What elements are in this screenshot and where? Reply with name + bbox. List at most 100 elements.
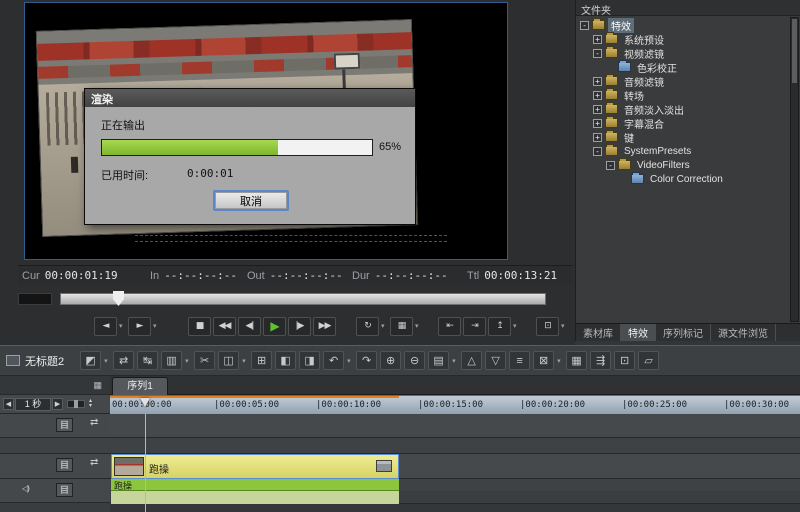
undo-icon[interactable]: ↶ [323,351,344,370]
scale-prev-button[interactable]: ◀ [3,398,14,410]
tree-item-label[interactable]: 色彩校正 [634,60,680,75]
chevron-down-icon[interactable]: ▾ [119,322,126,330]
sequence-icon[interactable]: ▥ [161,351,182,370]
tree-item-label[interactable]: 视频滤镜 [621,46,667,61]
tab-effects[interactable]: 特效 [621,324,656,341]
track-visibility-toggle[interactable]: 目 [56,483,73,497]
display-mode-button[interactable]: ▦ [390,317,413,336]
speaker-icon[interactable]: ◁) [22,484,29,493]
rewind-button[interactable]: ◀◀ [213,317,236,336]
goto-out-button[interactable]: ⇥ [463,317,486,336]
expand-icon[interactable]: + [593,105,602,114]
track-swap-icon[interactable]: ⇄ [113,351,134,370]
tree-item-systempresets[interactable]: -SystemPresets [578,144,787,158]
zoom-in-icon[interactable]: ⊕ [380,351,401,370]
track-routing-icon[interactable]: ⇄ [90,457,98,468]
chevron-down-icon[interactable]: ▾ [185,357,192,365]
scissors-icon[interactable]: ✂ [194,351,215,370]
expand-icon[interactable]: + [593,77,602,86]
redo-icon[interactable]: ↷ [356,351,377,370]
tree-item-video-filters-cn[interactable]: - 视频滤镜 [578,46,787,60]
tree-item-label[interactable]: Color Correction [647,174,726,185]
tree-item-videofilters[interactable]: -VideoFilters [578,158,787,172]
shuttle-left-button[interactable]: ◄ [94,317,117,336]
marker-up-icon[interactable]: △ [461,351,482,370]
layout-icon[interactable]: ▱ [638,351,659,370]
marker-down-icon[interactable]: ▽ [485,351,506,370]
stop-button[interactable]: ■ [188,317,211,336]
scale-next-button[interactable]: ▶ [52,398,63,410]
chevron-down-icon[interactable]: ▾ [347,357,354,365]
zoom-out-icon[interactable]: ⊖ [404,351,425,370]
tree-item-color-correction[interactable]: Color Correction [578,172,787,186]
collapse-icon[interactable]: - [593,49,602,58]
tab-asset-library[interactable]: 素材库 [576,324,621,341]
insert-mode-icon[interactable]: ↹ [137,351,158,370]
tab-sequence-markers[interactable]: 序列标记 [656,324,711,341]
tree-item-color-correction-cn[interactable]: 色彩校正 [578,60,787,74]
track-lane-1[interactable] [110,414,800,438]
shuttle-right-button[interactable]: ► [128,317,151,336]
trim-in-icon[interactable]: ◧ [275,351,296,370]
tree-item-label[interactable]: 键 [621,130,637,145]
scale-slider-thumb[interactable] [74,400,78,408]
tree-item-transitions[interactable]: + 转场 [578,88,787,102]
selection-mode-icon[interactable]: ◩ [80,351,101,370]
tab-sequence-1[interactable]: 序列1 [112,377,168,395]
tree-item-effects[interactable]: -特效 [578,18,787,32]
track-routing-icon[interactable]: ⇄ [90,417,98,428]
chevron-down-icon[interactable]: ▾ [561,322,568,330]
delete-icon[interactable]: ⊠ [533,351,554,370]
grid-icon[interactable]: ▦ [566,351,587,370]
chevron-down-icon[interactable]: ▾ [415,322,422,330]
multi-track-icon[interactable]: ⇶ [590,351,611,370]
tree-item-system-presets-cn[interactable]: + 系统预设 [578,32,787,46]
tree-item-label[interactable]: 特效 [608,18,634,33]
tree-item-label[interactable]: 转场 [621,88,647,103]
expand-icon[interactable]: + [593,91,602,100]
tab-source-browser[interactable]: 源文件浏览 [711,324,776,341]
export-frame-icon[interactable]: ⊡ [614,351,635,370]
next-frame-button[interactable]: |▶ [288,317,311,336]
chevron-down-icon[interactable]: ▾ [557,357,564,365]
previous-frame-button[interactable]: ◀| [238,317,261,336]
tree-item-label[interactable]: 系统预设 [621,32,667,47]
export-button[interactable]: ⊡ [536,317,559,336]
scale-spinner[interactable]: ▴▾ [89,399,92,409]
expand-icon[interactable]: + [593,133,602,142]
track-visibility-toggle[interactable]: 目 [56,418,73,432]
tree-item-label[interactable]: VideoFilters [634,160,693,171]
chevron-down-icon[interactable]: ▾ [513,322,520,330]
copy-icon[interactable]: ◫ [218,351,239,370]
preview-scrubber[interactable] [60,293,546,305]
video-clip[interactable]: 跑操 [111,454,399,479]
chevron-down-icon[interactable]: ▾ [381,322,388,330]
menu-icon[interactable]: ≡ [509,351,530,370]
scrollbar[interactable] [790,17,799,322]
cancel-button[interactable]: 取消 [213,190,289,211]
match-frame-button[interactable]: ↥ [488,317,511,336]
timeline-scale-value[interactable]: 1 秒 [15,398,51,411]
chevron-down-icon[interactable]: ▾ [452,357,459,365]
list-icon[interactable]: ▤ [428,351,449,370]
tree-item-audio-fade[interactable]: + 音频淡入淡出 [578,102,787,116]
goto-in-button[interactable]: ⇤ [438,317,461,336]
track-visibility-toggle[interactable]: 目 [56,458,73,472]
timeline-playhead-marker[interactable] [140,398,150,412]
audio-clip-waveform[interactable] [111,491,399,504]
chevron-down-icon[interactable]: ▾ [153,322,160,330]
expand-icon[interactable]: + [593,119,602,128]
tree-item-label[interactable]: 音频淡入淡出 [621,102,687,117]
expand-icon[interactable]: + [593,35,602,44]
spin-down-icon[interactable]: ▾ [89,404,92,409]
add-clip-icon[interactable]: ⊞ [251,351,272,370]
audio-clip[interactable]: 跑操 [111,479,399,491]
grid-icon[interactable]: ▦ [93,380,102,391]
timeline-playhead-line[interactable] [145,414,146,512]
tree-item-label[interactable]: 字幕混合 [621,116,667,131]
fast-forward-button[interactable]: ▶▶ [313,317,336,336]
tree-item-title-mix[interactable]: + 字幕混合 [578,116,787,130]
scrollbar-thumb[interactable] [792,19,797,83]
tree-item-audio-filters[interactable]: +音频滤镜 [578,74,787,88]
track-lane-2[interactable] [110,438,800,454]
